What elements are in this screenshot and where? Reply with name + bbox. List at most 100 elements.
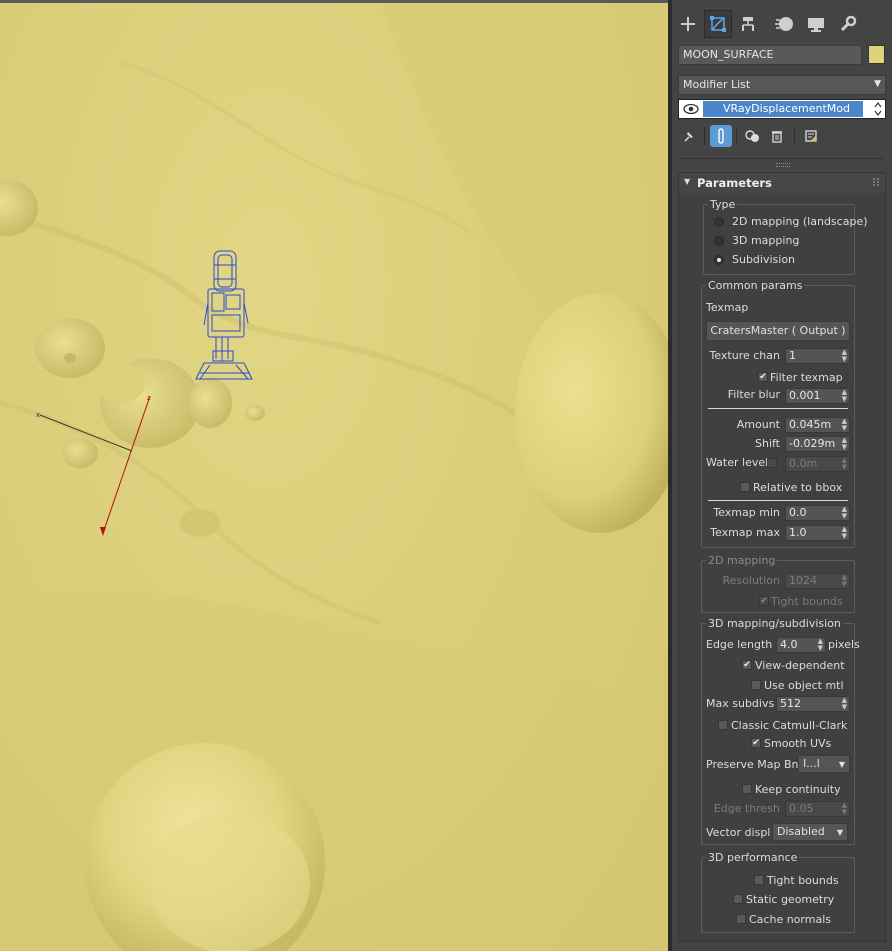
object-color-swatch[interactable]: [868, 45, 885, 64]
vector-displ-dropdown[interactable]: Disabled ▼: [772, 823, 848, 841]
object-name-field[interactable]: MOON_SURFACE: [678, 45, 862, 65]
texmap-label: Texmap: [706, 301, 749, 314]
spinner-arrows-icon[interactable]: ▲ ▼: [842, 349, 847, 363]
toolbar-separator: [704, 127, 705, 145]
view-dependent-checkbox[interactable]: ✔: [742, 660, 752, 670]
use-object-mtl-checkbox[interactable]: [751, 680, 761, 690]
resolution-spinner[interactable]: 1024 ▲ ▼: [785, 573, 850, 589]
svg-text:x: x: [36, 411, 40, 419]
option-subdivision-label: Subdivision: [732, 253, 796, 266]
radio-3d-mapping[interactable]: [714, 236, 724, 246]
type-group: Type 2D mapping (landscape) 3D mapping S…: [703, 198, 868, 275]
create-tab[interactable]: [674, 10, 702, 38]
dropdown-arrow-icon: ▼: [838, 760, 845, 769]
spinner-arrows-icon[interactable]: ▲ ▼: [842, 506, 847, 520]
preserve-map-bnd-value: I...l: [803, 757, 820, 770]
spinner-arrows-icon[interactable]: ▲ ▼: [842, 457, 847, 471]
toolbar-separator: [794, 127, 795, 145]
edge-length-value: 4.0: [780, 638, 798, 651]
spinner-arrows-icon[interactable]: ▲ ▼: [842, 526, 847, 540]
configure-sets-button[interactable]: [800, 125, 822, 147]
spinner-arrows-icon[interactable]: ▲ ▼: [842, 574, 847, 588]
water-level-checkbox[interactable]: [767, 458, 777, 468]
rover-wireframe[interactable]: [195, 250, 253, 380]
mapping-2d-group: 2D mapping Resolution 1024 ▲ ▼ ✔ Tight bou…: [701, 554, 855, 613]
classic-catmull-clark-label: Classic Catmull-Clark: [731, 719, 848, 732]
preserve-map-bnd-dropdown[interactable]: I...l ▼: [798, 755, 850, 773]
shift-spinner[interactable]: -0.029m ▲ ▼: [785, 436, 850, 452]
motion-tab[interactable]: [770, 10, 798, 38]
texmap-max-value: 1.0: [789, 526, 807, 539]
common-params-group: Common params Texmap CratersMaster ( Out…: [701, 279, 855, 548]
pin-stack-button[interactable]: [678, 125, 700, 147]
amount-spinner[interactable]: 0.045m ▲ ▼: [785, 417, 850, 433]
radio-subdivision[interactable]: [714, 255, 724, 265]
max-subdivs-spinner[interactable]: 512 ▲ ▼: [776, 696, 850, 712]
dropdown-arrow-icon: ▼: [874, 79, 881, 89]
texmap-button[interactable]: CratersMaster ( Output ): [706, 321, 850, 341]
resolution-label: Resolution: [722, 574, 780, 587]
smooth-uvs-label: Smooth UVs: [764, 737, 832, 750]
static-geometry-checkbox[interactable]: [733, 894, 743, 904]
make-unique-button[interactable]: [742, 125, 764, 147]
edge-length-spinner[interactable]: 4.0 ▲ ▼: [776, 637, 826, 653]
filter-blur-spinner[interactable]: 0.001 ▲ ▼: [785, 388, 850, 404]
static-geometry-label: Static geometry: [746, 893, 835, 906]
texmap-max-spinner[interactable]: 1.0 ▲ ▼: [785, 525, 850, 541]
filter-blur-label: Filter blur: [727, 388, 780, 401]
radio-2d-mapping[interactable]: [714, 217, 724, 227]
drag-handle-icon[interactable]: [873, 178, 879, 186]
utilities-tab[interactable]: [834, 10, 862, 38]
show-end-result-button[interactable]: [710, 125, 732, 147]
shift-value: -0.029m: [789, 437, 836, 450]
modifier-stack[interactable]: VRayDisplacementMod: [678, 99, 886, 119]
monitor-icon: [808, 18, 824, 32]
smooth-uvs-checkbox[interactable]: ✔: [751, 738, 761, 748]
relative-bbox-checkbox[interactable]: [740, 482, 750, 492]
stack-item-vray-displacement[interactable]: VRayDisplacementMod: [703, 101, 863, 117]
modify-tab[interactable]: [704, 10, 732, 38]
tight-bounds-2d-checkbox[interactable]: ✔: [759, 596, 769, 606]
modify-icon: [710, 16, 726, 32]
water-level-label: Water level: [706, 456, 769, 469]
spinner-arrows-icon[interactable]: ▲ ▼: [842, 418, 847, 432]
spinner-arrows-icon[interactable]: ▲ ▼: [842, 802, 847, 816]
water-level-spinner[interactable]: 0.0m ▲ ▼: [785, 456, 850, 472]
eye-icon[interactable]: [683, 102, 699, 116]
preserve-map-bnd-label: Preserve Map Bnd: [706, 758, 806, 771]
rollout-header[interactable]: ▼ Parameters: [679, 173, 885, 193]
option-2d-mapping-label: 2D mapping (landscape): [732, 215, 868, 228]
texture-chan-spinner[interactable]: 1 ▲ ▼: [785, 348, 850, 364]
tight-bounds-3d-checkbox[interactable]: [754, 875, 764, 885]
texmap-max-label: Texmap max: [710, 526, 780, 539]
configure-icon: [805, 130, 817, 142]
texmap-min-spinner[interactable]: 0.0 ▲ ▼: [785, 505, 850, 521]
plus-icon: [681, 17, 695, 31]
wrench-icon: [840, 15, 857, 32]
display-tab[interactable]: [802, 10, 830, 38]
gizmo-arrow-icon: [100, 527, 106, 536]
spinner-arrows-icon[interactable]: ▲ ▼: [842, 697, 847, 711]
filter-texmap-checkbox[interactable]: ✔: [758, 372, 768, 382]
rollout-title: Parameters: [697, 176, 772, 190]
edge-thresh-spinner[interactable]: 0.05 ▲ ▼: [785, 801, 850, 817]
viewport-perspective[interactable]: x z: [0, 0, 668, 951]
toolbar-separator: [736, 127, 737, 145]
spinner-arrows-icon[interactable]: ▲ ▼: [842, 437, 847, 451]
resize-grip[interactable]: [776, 163, 790, 167]
keep-continuity-checkbox[interactable]: [742, 784, 752, 794]
hierarchy-tab[interactable]: [734, 10, 762, 38]
modifier-list-dropdown[interactable]: Modifier List ▼: [678, 75, 886, 95]
classic-catmull-clark-checkbox[interactable]: [718, 720, 728, 730]
resolution-value: 1024: [789, 574, 817, 587]
water-level-value: 0.0m: [789, 457, 818, 470]
amount-label: Amount: [736, 418, 780, 431]
remove-modifier-button[interactable]: [766, 125, 788, 147]
vector-displ-label: Vector displ: [706, 826, 771, 839]
performance-3d-group: 3D performance Tight bounds Static geome…: [701, 851, 855, 933]
cache-normals-checkbox[interactable]: [736, 914, 746, 924]
view-dependent-label: View-dependent: [755, 659, 845, 672]
spinner-arrows-icon[interactable]: ▲ ▼: [818, 638, 823, 652]
stack-scroll-arrows-icon[interactable]: [873, 101, 883, 117]
spinner-arrows-icon[interactable]: ▲ ▼: [842, 389, 847, 403]
